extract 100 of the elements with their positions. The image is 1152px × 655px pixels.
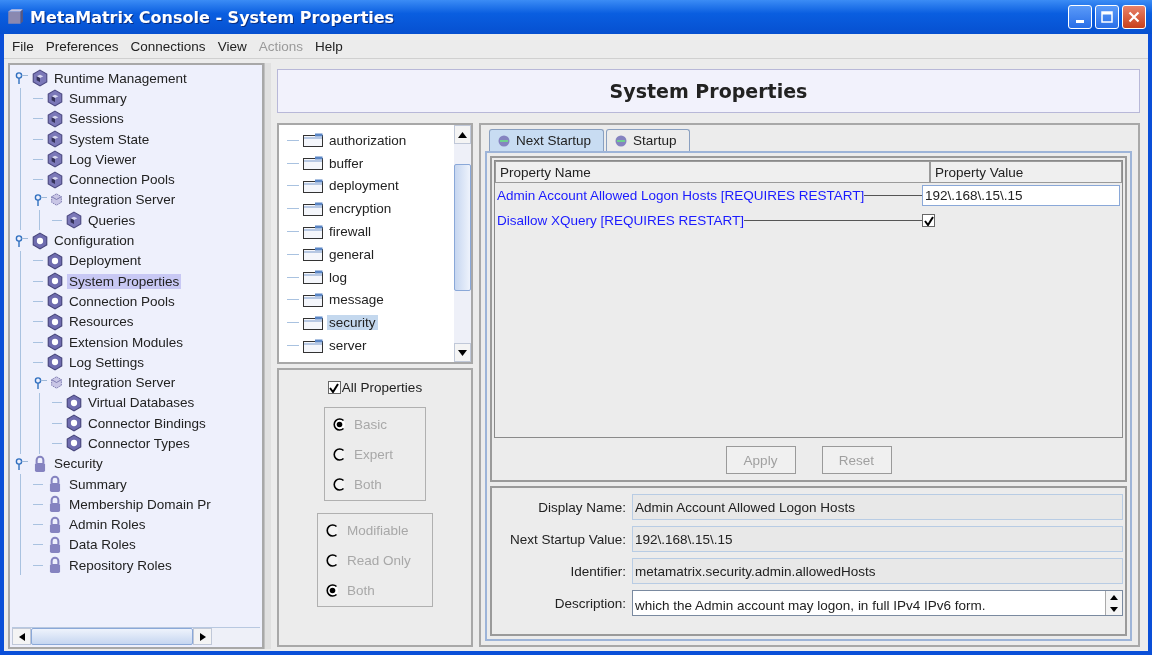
tree-item[interactable]: Log Settings (67, 354, 147, 370)
check-icon (923, 215, 934, 226)
cube-icon (46, 150, 64, 169)
tree-item[interactable]: Runtime Management (52, 70, 189, 86)
expand-handle[interactable] (14, 233, 28, 248)
tree-item[interactable]: Integration Server (66, 375, 178, 391)
page-title: System Properties (609, 80, 808, 102)
category-item[interactable]: authorization (327, 132, 409, 148)
value-field[interactable]: 192\.168\.15\.15 (922, 185, 1120, 206)
field-label: Next Startup Value: (508, 531, 626, 547)
cube-icon (46, 130, 64, 149)
horizontal-scrollbar[interactable] (12, 627, 260, 645)
property-name[interactable]: Disallow XQuery [REQUIRES RESTART] (495, 213, 745, 228)
tree-item[interactable]: Deployment (67, 253, 144, 269)
tree-item[interactable]: Summary (67, 90, 129, 106)
field-label: Display Name: (537, 499, 626, 515)
down-arrow-icon (1110, 606, 1118, 612)
value-checkbox[interactable] (922, 214, 935, 227)
tree-item[interactable]: Integration Server (66, 192, 178, 208)
category-item[interactable]: general (327, 246, 377, 262)
folder-icon (303, 315, 323, 330)
menu-item[interactable]: View (211, 38, 253, 54)
tree-item[interactable]: Configuration (52, 233, 137, 248)
tree-item[interactable]: Security (52, 456, 105, 472)
folder-icon (303, 270, 323, 285)
folder-icon (303, 201, 323, 216)
maximize-button[interactable] (1095, 5, 1119, 29)
tree-item[interactable]: Admin Roles (67, 517, 148, 533)
left-arrow-icon (18, 632, 25, 641)
expand-handle[interactable] (33, 192, 47, 207)
close-icon (1128, 11, 1140, 23)
tree-item[interactable]: Membership Domain Pr (67, 496, 213, 512)
column-header[interactable]: Property Value (930, 161, 1122, 183)
folder-icon (303, 338, 323, 353)
menu-item[interactable]: Help (308, 38, 349, 54)
tab[interactable]: Next Startup (489, 129, 605, 151)
menu-item[interactable]: Connections (124, 38, 212, 54)
minimize-icon (1076, 19, 1084, 23)
category-item[interactable]: buffer (327, 155, 366, 171)
category-item[interactable]: log (327, 269, 349, 285)
cube-outline-icon (50, 193, 63, 207)
cube-icon (46, 170, 64, 189)
expand-handle[interactable] (14, 456, 28, 471)
tree-item[interactable]: Connector Bindings (86, 415, 208, 431)
all-properties-checkbox[interactable]: All Properties (327, 380, 423, 395)
tree-item[interactable]: Connection Pools (67, 172, 177, 188)
readonly-field[interactable]: Admin Account Allowed Logon Hosts (632, 494, 1123, 520)
description-field[interactable]: which the Admin account may logon, in full IPv4 IPv6 form. (632, 590, 1123, 616)
minimize-button[interactable] (1068, 5, 1092, 29)
cube-icon (46, 109, 64, 128)
tree-item[interactable]: System State (67, 131, 152, 147)
tree-item[interactable]: Log Viewer (67, 151, 139, 167)
readonly-field[interactable]: 192\.168\.15\.15 (632, 526, 1123, 552)
tree-item[interactable]: Data Roles (67, 537, 138, 553)
cube-icon (6, 8, 24, 26)
expand-handle[interactable] (14, 71, 28, 86)
property-name[interactable]: Admin Account Allowed Logon Hosts [REQUIRES RESTART] (495, 188, 865, 203)
folder-icon (303, 224, 323, 239)
down-arrow-icon (458, 349, 467, 356)
tree-item[interactable]: Repository Roles (67, 557, 174, 573)
folder-icon (303, 133, 323, 148)
category-item[interactable]: message (327, 292, 386, 308)
category-item[interactable]: server (327, 338, 369, 354)
up-arrow-icon (1110, 594, 1118, 600)
folder-icon (303, 156, 323, 171)
category-item[interactable]: security (327, 315, 378, 331)
field-label: Description: (553, 595, 626, 611)
folder-icon (303, 292, 323, 307)
up-arrow-icon (458, 131, 467, 138)
tree-item[interactable]: Resources (67, 314, 136, 330)
category-item[interactable]: deployment (327, 178, 401, 194)
category-item[interactable]: encryption (327, 201, 394, 217)
tree-item[interactable]: System Properties (67, 273, 182, 289)
field-label: Identifier: (569, 563, 626, 579)
folder-icon (303, 247, 323, 262)
menu-item[interactable]: File (6, 38, 40, 54)
column-header[interactable]: Property Name (495, 161, 930, 183)
cube-outline-icon (50, 376, 63, 390)
tree-item[interactable]: Queries (86, 212, 138, 228)
right-arrow-icon (199, 632, 206, 641)
tree-item[interactable]: Connector Types (86, 436, 192, 451)
cube-icon (31, 69, 49, 88)
tree-item[interactable]: Extension Modules (67, 334, 186, 350)
readonly-field[interactable]: metamatrix.security.admin.allowedHosts (632, 558, 1123, 584)
tab[interactable]: Startup (606, 129, 690, 151)
tree-item[interactable]: Connection Pools (67, 293, 177, 309)
check-icon (329, 382, 340, 393)
expand-handle[interactable] (33, 375, 47, 390)
menu-item[interactable]: Preferences (39, 38, 125, 54)
vertical-scrollbar[interactable] (454, 125, 471, 362)
tree-item[interactable]: Virtual Databases (86, 395, 197, 411)
tree-item[interactable]: Summary (67, 476, 129, 492)
tree-item[interactable]: Sessions (67, 111, 126, 127)
cube-icon (46, 89, 64, 108)
close-button[interactable] (1122, 5, 1146, 29)
window-title: MetaMatrix Console - System Properties (30, 7, 395, 27)
category-item[interactable]: firewall (327, 224, 373, 240)
folder-icon (303, 179, 323, 193)
splitter-handle[interactable] (264, 63, 271, 649)
maximize-icon (1101, 11, 1113, 23)
